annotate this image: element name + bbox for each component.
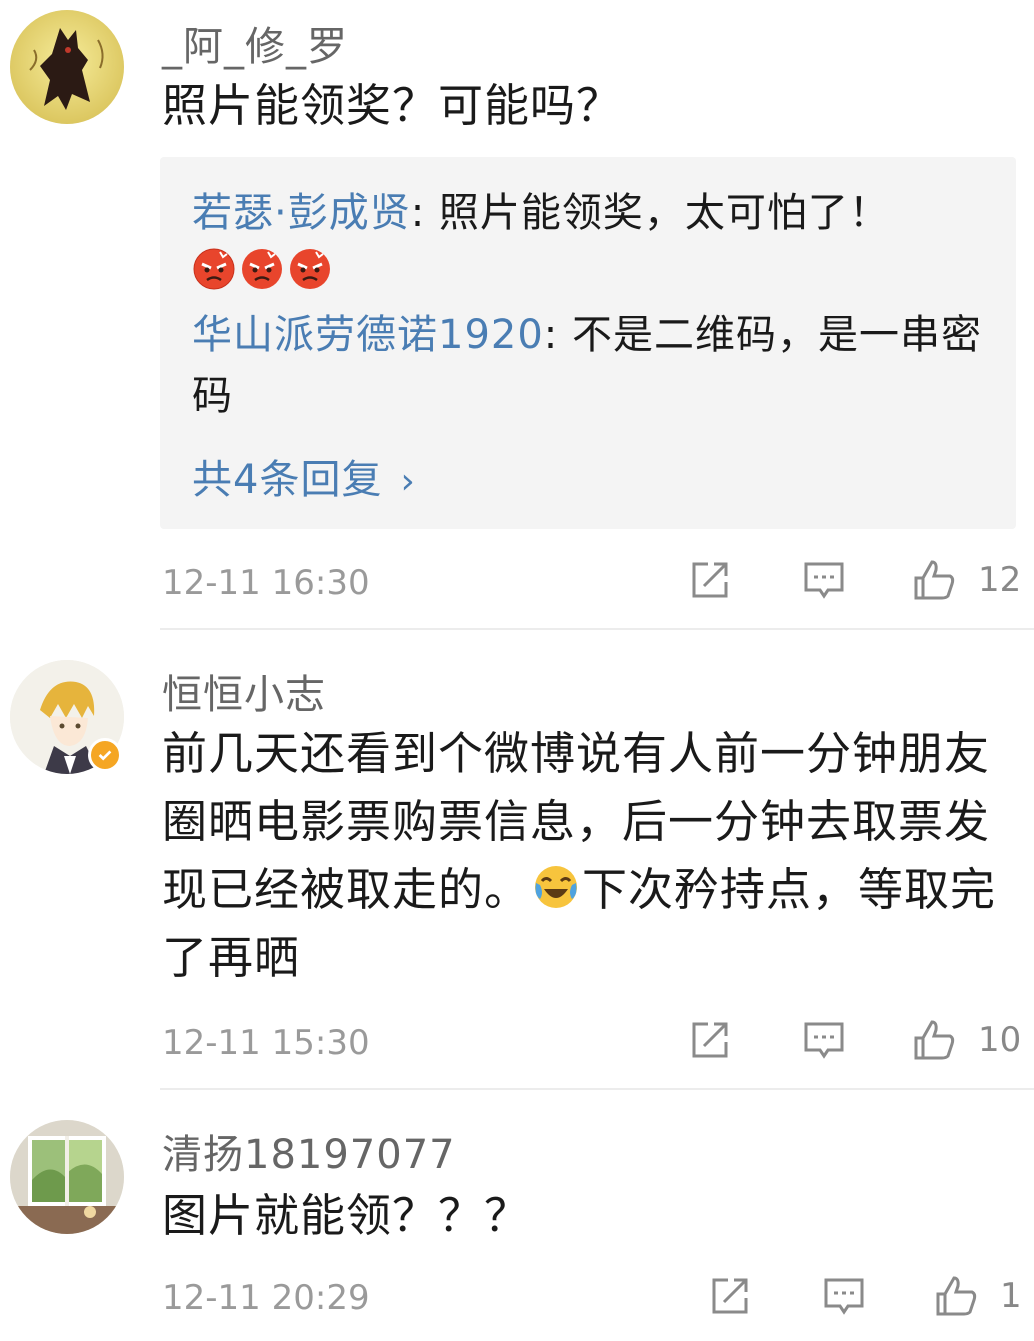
comment-icon (822, 1274, 866, 1318)
comment-button[interactable] (802, 558, 846, 602)
verified-badge-icon (88, 738, 122, 772)
comment-icon (802, 1018, 846, 1062)
comment-button[interactable] (802, 1018, 846, 1062)
reply-item[interactable]: 华山派劳德诺1920: 不是二维码，是一串密码 (192, 305, 982, 427)
reply-username[interactable]: 华山派劳德诺1920 (192, 312, 544, 358)
like-count: 1 (1000, 1276, 1022, 1316)
repost-icon (688, 1018, 732, 1062)
avatar[interactable] (10, 10, 124, 124)
repost-button[interactable] (688, 558, 732, 602)
comment-username[interactable]: 清扬18197077 (162, 1122, 456, 1180)
more-replies-link[interactable]: 共4条回复 › (192, 447, 416, 505)
repost-icon (708, 1274, 752, 1318)
more-replies-label: 共4条回复 (192, 457, 383, 503)
repost-button[interactable] (708, 1274, 752, 1318)
thumbs-up-icon (934, 1274, 978, 1318)
comment-text: 图片就能领？？？ (162, 1189, 531, 1242)
thumbs-up-icon (912, 1018, 956, 1062)
avatar[interactable] (10, 1120, 124, 1234)
comment-text: 前几天还看到个微博说有人前一分钟朋友圈晒电影票购票信息，后一分钟去取票发现已经被… (162, 720, 998, 992)
laugh-cry-emoji (532, 863, 580, 911)
comment-username[interactable]: 恒恒小志 (162, 662, 326, 720)
angry-face-emoji (288, 247, 332, 291)
angry-face-emoji (192, 247, 236, 291)
repost-icon (688, 558, 732, 602)
chevron-right-icon: › (400, 461, 416, 502)
comment-item: 恒恒小志 前几天还看到个微博说有人前一分钟朋友圈晒电影票购票信息，后一分钟去取票… (0, 630, 1034, 1090)
comment-item: _阿_修_罗 照片能领奖？可能吗？ 若瑟·彭成贤: 照片能领奖，太可怕了！ 华山… (0, 0, 1034, 630)
reply-text: : 照片能领奖，太可怕了！ (410, 190, 890, 236)
like-button[interactable]: 10 (912, 1018, 1021, 1062)
comment-time: 12-11 15:30 (162, 1023, 370, 1063)
like-button[interactable]: 1 (934, 1274, 1022, 1318)
reply-username[interactable]: 若瑟·彭成贤 (192, 190, 411, 236)
thumbs-up-icon (912, 558, 956, 602)
reply-emoji-row (192, 247, 332, 291)
like-count: 10 (978, 1020, 1022, 1060)
reply-item[interactable]: 若瑟·彭成贤: 照片能领奖，太可怕了！ (192, 183, 982, 244)
comment-time: 12-11 16:30 (162, 563, 370, 603)
comment-item: 清扬18197077 图片就能领？？？ 12-11 20:29 1 (0, 1090, 1034, 1341)
like-count: 12 (978, 560, 1022, 600)
comment-text: 照片能领奖？可能吗？ (162, 79, 623, 132)
like-button[interactable]: 12 (912, 558, 1021, 602)
comment-button[interactable] (822, 1274, 866, 1318)
comment-username[interactable]: _阿_修_罗 (162, 14, 348, 72)
repost-button[interactable] (688, 1018, 732, 1062)
comment-time: 12-11 20:29 (162, 1278, 370, 1318)
angry-face-emoji (240, 247, 284, 291)
comment-icon (802, 558, 846, 602)
reply-box[interactable]: 若瑟·彭成贤: 照片能领奖，太可怕了！ 华山派劳德诺1920: 不是二维码，是一… (160, 157, 1016, 529)
